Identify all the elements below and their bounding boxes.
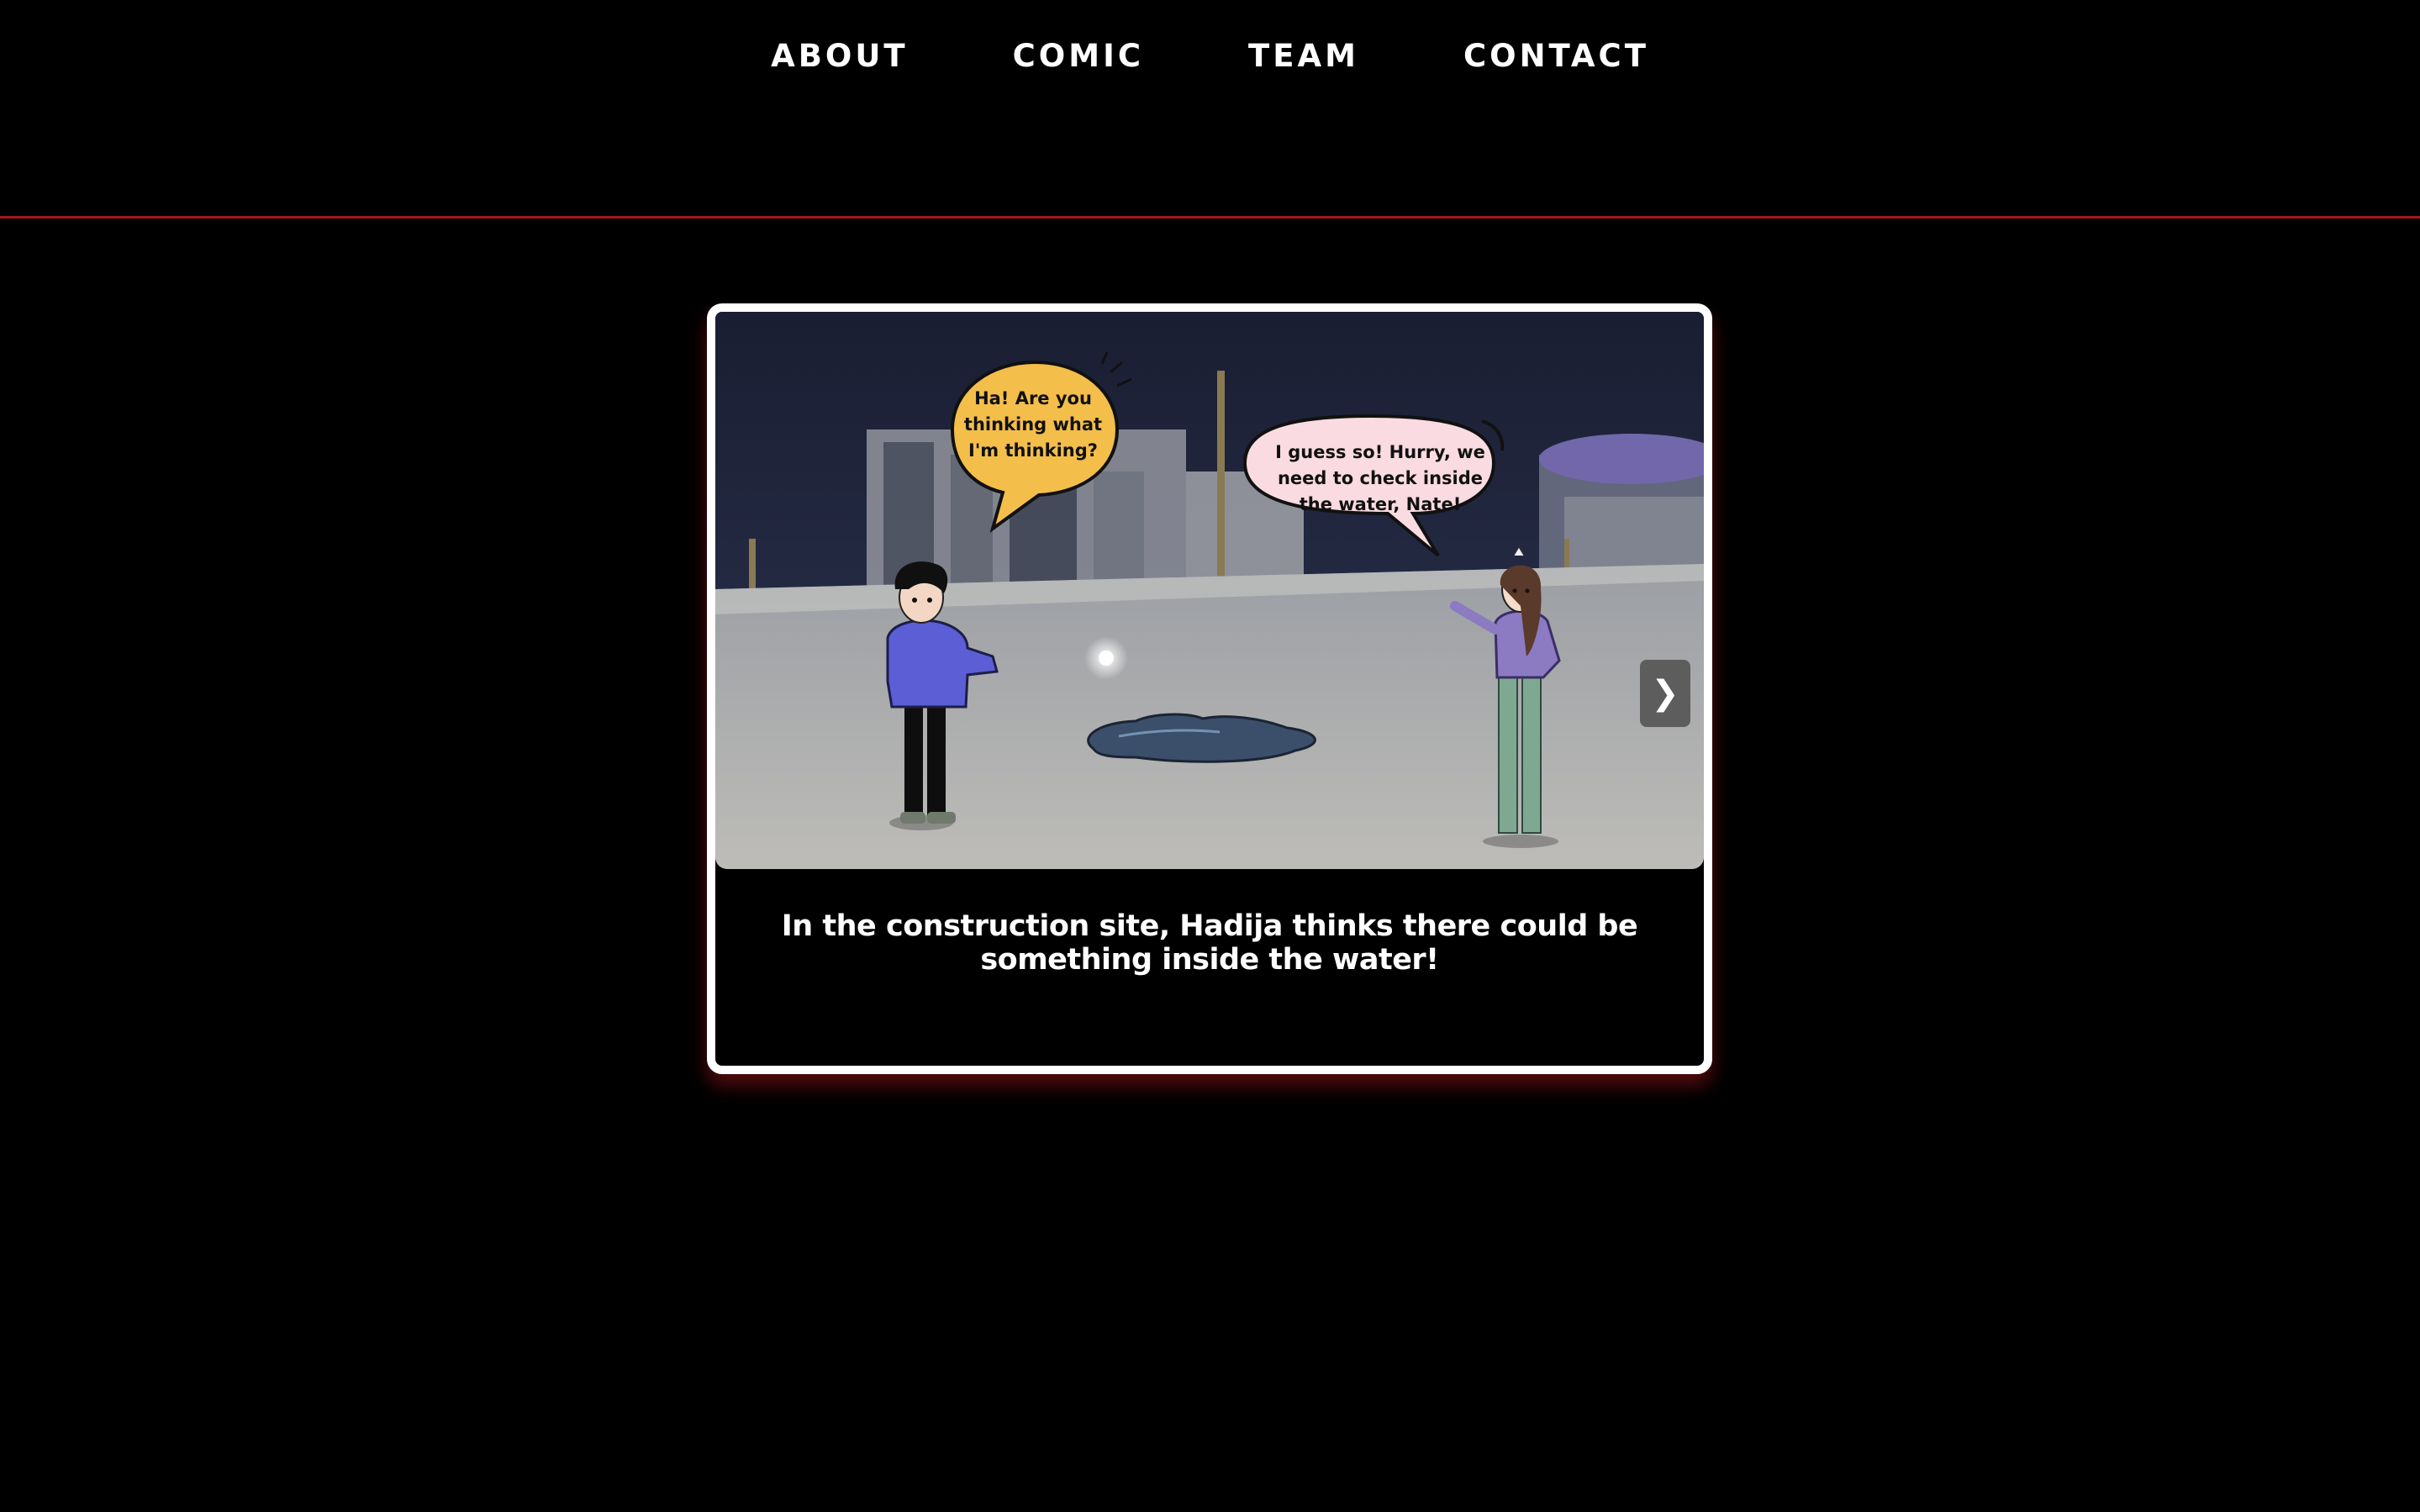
nav-about-link[interactable]: ABOUT: [771, 38, 909, 74]
nav-contact-link[interactable]: CONTACT: [1463, 38, 1649, 74]
next-panel-button[interactable]: ❯: [1640, 660, 1690, 727]
comic-panel-image: Ha! Are you thinking what I'm thinking? …: [715, 312, 1704, 869]
page: ABOUT COMIC TEAM CONTACT Ha! Are you thi…: [0, 0, 2420, 1512]
speech-bubble-nate-text: Ha! Are you thinking what I'm thinking?: [963, 388, 1103, 461]
top-navigation: ABOUT COMIC TEAM CONTACT: [0, 0, 2420, 217]
comic-caption: In the construction site, Hadija thinks …: [781, 909, 1638, 977]
chevron-right-icon: ❯: [1651, 674, 1679, 713]
nav-comic-link[interactable]: COMIC: [1013, 38, 1144, 74]
nav-divider: [0, 216, 2420, 219]
speech-bubble-hadija-text: I guess so! Hurry, we need to check insi…: [1275, 442, 1485, 514]
nav-list: ABOUT COMIC TEAM CONTACT: [771, 38, 1649, 74]
comic-card: Ha! Are you thinking what I'm thinking? …: [707, 303, 1712, 1074]
nav-team-link[interactable]: TEAM: [1248, 38, 1359, 74]
